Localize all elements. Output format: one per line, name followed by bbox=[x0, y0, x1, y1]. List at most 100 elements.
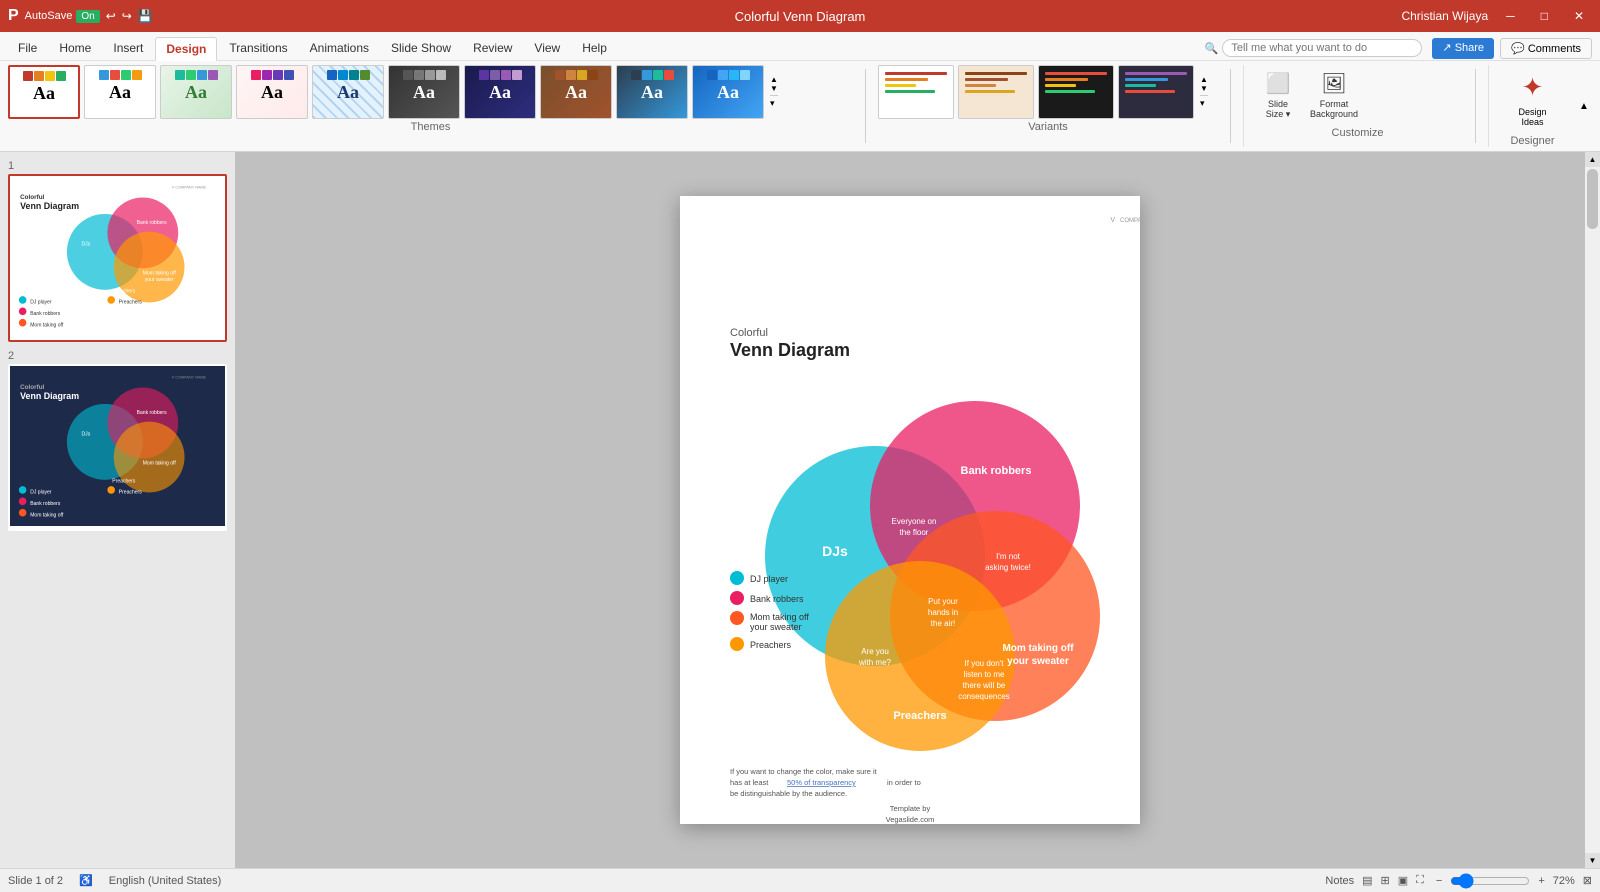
svg-text:Template by: Template by bbox=[890, 804, 931, 813]
vertical-scrollbar[interactable]: ▲ ▼ bbox=[1585, 152, 1600, 868]
customize-label: Customize bbox=[1252, 127, 1463, 139]
theme-label-10: Aa bbox=[717, 82, 739, 103]
scrollbar-track[interactable] bbox=[1585, 167, 1600, 853]
svg-text:Bank robbers: Bank robbers bbox=[961, 465, 1032, 477]
theme-item-1[interactable]: Aa bbox=[8, 65, 80, 119]
svg-text:Preachers: Preachers bbox=[119, 300, 142, 306]
zoom-out-button[interactable]: − bbox=[1432, 874, 1446, 888]
menu-transitions[interactable]: Transitions bbox=[219, 37, 297, 59]
svg-text:V: V bbox=[1110, 217, 1115, 224]
theme-label-2: Aa bbox=[109, 82, 131, 103]
status-bar: Slide 1 of 2 ♿ English (United States) N… bbox=[0, 868, 1600, 892]
themes-grid: Aa Aa bbox=[8, 65, 853, 119]
theme-item-2[interactable]: Aa bbox=[84, 65, 156, 119]
theme-item-5[interactable]: Aa bbox=[312, 65, 384, 119]
language: English (United States) bbox=[109, 875, 222, 887]
svg-text:has at least: has at least bbox=[730, 778, 769, 787]
theme-item-4[interactable]: Aa bbox=[236, 65, 308, 119]
variant-item-4[interactable] bbox=[1118, 65, 1194, 119]
document-title: Colorful Venn Diagram bbox=[735, 9, 866, 24]
menu-file[interactable]: File bbox=[8, 37, 47, 59]
svg-text:COMPANY NAME: COMPANY NAME bbox=[1120, 218, 1140, 224]
svg-text:Mom taking off: Mom taking off bbox=[750, 612, 809, 622]
theme-item-9[interactable]: Aa bbox=[616, 65, 688, 119]
redo-icon[interactable]: ↪ bbox=[122, 9, 132, 23]
variants-section: ▲ ▼ ▾ Variants bbox=[878, 65, 1218, 147]
svg-text:DJs: DJs bbox=[82, 431, 91, 437]
divider-1 bbox=[865, 69, 866, 143]
themes-section: Aa Aa bbox=[8, 65, 853, 147]
svg-text:Venn Diagram: Venn Diagram bbox=[20, 201, 79, 211]
slide-panel-item-1: 1 Colorful Venn Diagram DJs Bank robbers… bbox=[8, 160, 227, 342]
close-button[interactable]: ✕ bbox=[1566, 7, 1592, 25]
variants-scroll[interactable]: ▲ ▼ ▾ bbox=[1198, 65, 1210, 119]
share-button[interactable]: ↗ Share bbox=[1432, 38, 1494, 59]
slide-thumbnail-2[interactable]: Colorful Venn Diagram DJs Bank robbers M… bbox=[8, 364, 227, 532]
theme-item-6[interactable]: Aa bbox=[388, 65, 460, 119]
scroll-up-button[interactable]: ▲ bbox=[1585, 152, 1600, 167]
theme-label-9: Aa bbox=[641, 82, 663, 103]
menu-design[interactable]: Design bbox=[155, 37, 217, 61]
zoom-slider[interactable] bbox=[1450, 873, 1530, 889]
variant-item-3[interactable] bbox=[1038, 65, 1114, 119]
svg-text:Mom taking off: Mom taking off bbox=[30, 512, 64, 518]
svg-text:DJ player: DJ player bbox=[750, 574, 788, 584]
svg-text:Mom taking off: Mom taking off bbox=[143, 460, 177, 466]
minimize-button[interactable]: ─ bbox=[1498, 7, 1523, 25]
theme-item-10[interactable]: Aa bbox=[692, 65, 764, 119]
variant-item-2[interactable] bbox=[958, 65, 1034, 119]
slide-size-button[interactable]: ⬜ SlideSize ▾ bbox=[1252, 65, 1304, 125]
variant-item-1[interactable] bbox=[878, 65, 954, 119]
status-right: Notes ▤ ⊞ ▣ ⛶ − + 72% ⊠ bbox=[1325, 873, 1592, 889]
menu-animations[interactable]: Animations bbox=[300, 37, 379, 59]
presenter-view-icon[interactable]: ⛶ bbox=[1416, 874, 1424, 887]
themes-scroll[interactable]: ▲ ▼ ▾ bbox=[768, 73, 780, 111]
variants-label: Variants bbox=[878, 121, 1218, 133]
theme-label-1: Aa bbox=[33, 83, 55, 104]
menu-insert[interactable]: Insert bbox=[103, 37, 153, 59]
svg-text:with me?: with me? bbox=[858, 658, 892, 667]
save-icon[interactable]: 💾 bbox=[138, 9, 153, 23]
divider-3 bbox=[1475, 69, 1476, 143]
svg-text:Colorful: Colorful bbox=[730, 327, 768, 339]
ribbon-collapse-button[interactable]: ▲ bbox=[1576, 65, 1592, 147]
format-background-button[interactable]: 🖼 FormatBackground bbox=[1308, 65, 1360, 125]
autosave-label: AutoSave bbox=[25, 10, 73, 22]
menu-review[interactable]: Review bbox=[463, 37, 522, 59]
design-ideas-label: DesignIdeas bbox=[1518, 107, 1546, 127]
scrollbar-thumb[interactable] bbox=[1587, 169, 1598, 229]
maximize-button[interactable]: □ bbox=[1533, 7, 1556, 25]
theme-item-8[interactable]: Aa bbox=[540, 65, 612, 119]
theme-label-5: Aa bbox=[337, 82, 359, 103]
svg-text:Preachers: Preachers bbox=[112, 478, 135, 484]
zoom-in-button[interactable]: + bbox=[1534, 874, 1548, 888]
slide-size-icon: ⬜ bbox=[1266, 71, 1291, 96]
notes-button[interactable]: Notes bbox=[1325, 875, 1354, 887]
autosave-badge[interactable]: On bbox=[76, 10, 99, 23]
reading-view-icon[interactable]: ▣ bbox=[1398, 874, 1408, 887]
svg-text:there will be: there will be bbox=[963, 681, 1006, 690]
svg-text:Mom taking off: Mom taking off bbox=[143, 271, 177, 277]
svg-text:the air!: the air! bbox=[931, 619, 955, 628]
theme-item-3[interactable]: Aa bbox=[160, 65, 232, 119]
svg-text:listen to me: listen to me bbox=[964, 670, 1005, 679]
svg-text:Preachers: Preachers bbox=[112, 288, 135, 294]
slide-sorter-icon[interactable]: ⊞ bbox=[1381, 874, 1390, 887]
comments-button[interactable]: 💬 Comments bbox=[1500, 38, 1592, 59]
menu-home[interactable]: Home bbox=[49, 37, 101, 59]
undo-icon[interactable]: ↩ bbox=[106, 9, 116, 23]
fit-slide-icon[interactable]: ⊠ bbox=[1583, 874, 1592, 887]
design-ideas-icon: ✦ bbox=[1522, 72, 1544, 103]
design-ideas-button[interactable]: ✦ DesignIdeas bbox=[1512, 66, 1552, 133]
format-bg-icon: 🖼 bbox=[1321, 71, 1346, 96]
scroll-down-button[interactable]: ▼ bbox=[1585, 853, 1600, 868]
slide-thumbnail-1[interactable]: Colorful Venn Diagram DJs Bank robbers M… bbox=[8, 174, 227, 342]
svg-text:Bank robbers: Bank robbers bbox=[750, 594, 804, 604]
menu-slideshow[interactable]: Slide Show bbox=[381, 37, 461, 59]
menu-view[interactable]: View bbox=[524, 37, 570, 59]
theme-item-7[interactable]: Aa bbox=[464, 65, 536, 119]
menu-help[interactable]: Help bbox=[572, 37, 617, 59]
search-input[interactable] bbox=[1222, 39, 1422, 57]
accessibility-icon: ♿ bbox=[79, 874, 93, 887]
normal-view-icon[interactable]: ▤ bbox=[1362, 874, 1372, 887]
